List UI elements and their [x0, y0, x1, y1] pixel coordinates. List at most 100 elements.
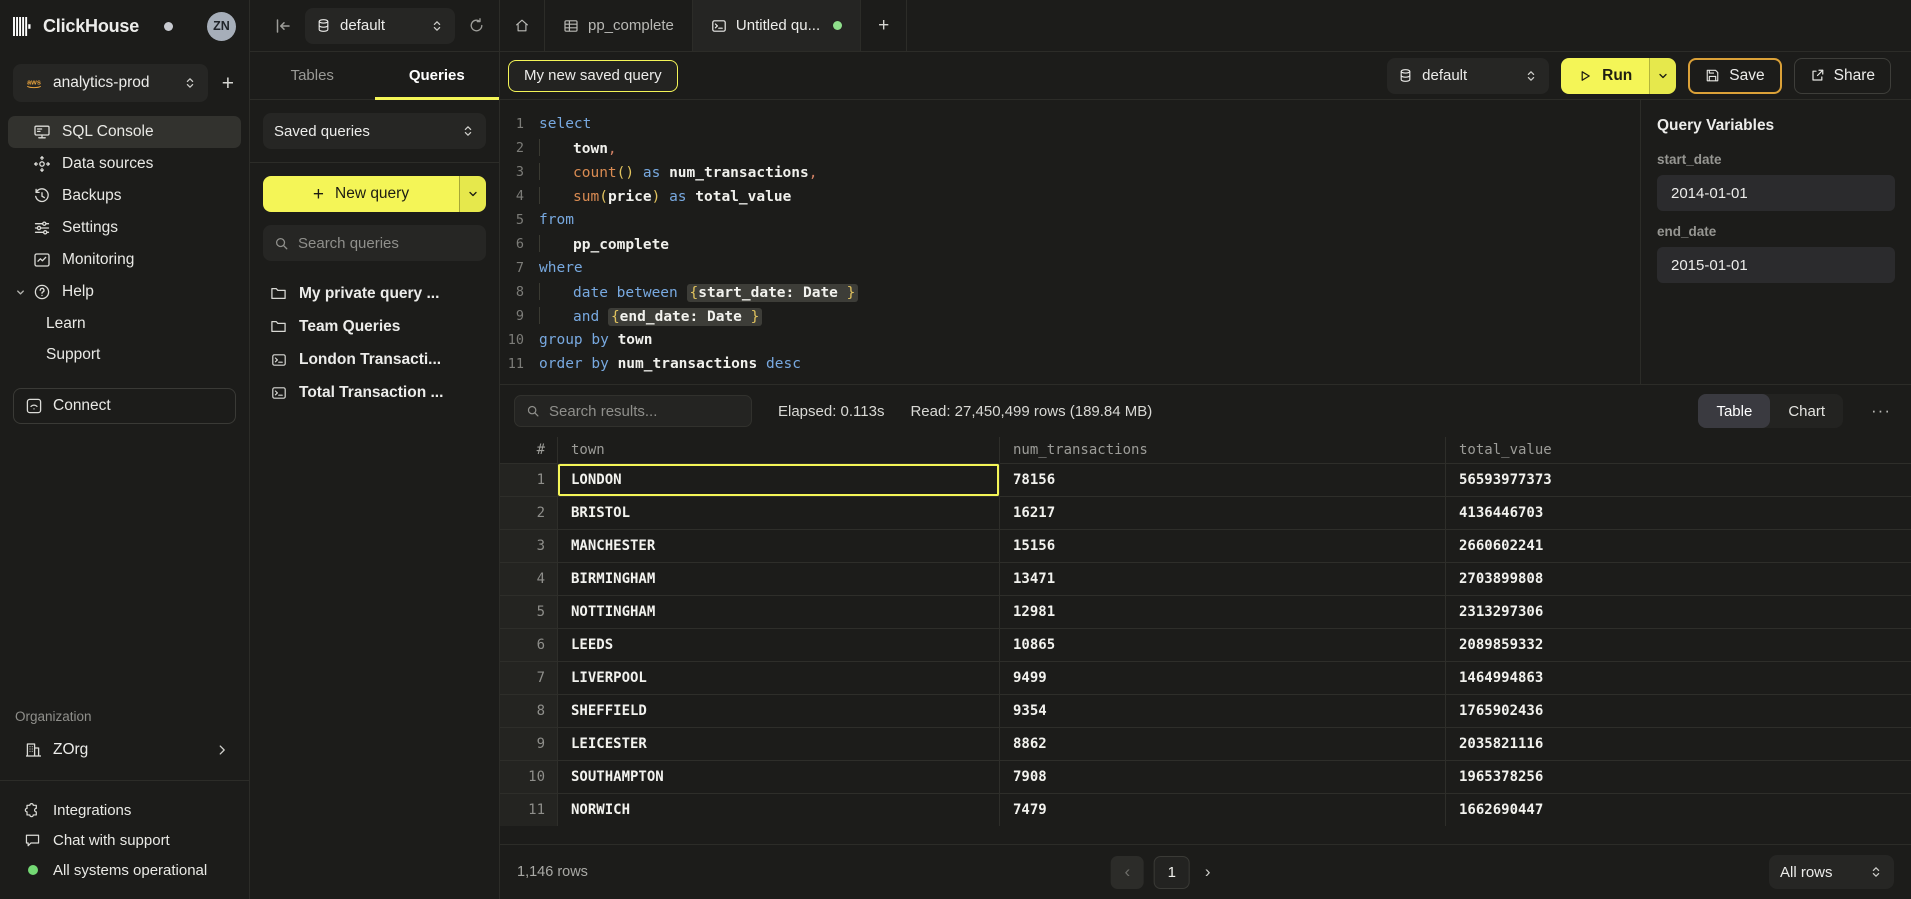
cell-total-value[interactable]: 2035821116 [1446, 727, 1911, 760]
new-query-main[interactable]: + New query [263, 176, 459, 212]
cell-town[interactable]: SOUTHAMPTON [558, 760, 1000, 793]
cell-town[interactable]: LEEDS [558, 628, 1000, 661]
search-queries-box[interactable] [263, 225, 486, 261]
cell-town[interactable]: MANCHESTER [558, 529, 1000, 562]
code-line-6[interactable]: 6pp_complete [500, 232, 1640, 256]
sql-editor[interactable]: 1select2town,3count() as num_transaction… [500, 100, 1640, 384]
cell-total-value[interactable]: 2703899808 [1446, 562, 1911, 595]
column-header-index[interactable]: # [500, 437, 558, 463]
variable-input-end-date[interactable] [1657, 247, 1895, 283]
saved-queries-selector[interactable]: Saved queries [263, 113, 486, 149]
sidebar-item-support[interactable]: Support [8, 339, 241, 370]
code-line-8[interactable]: 8date between {start_date: Date } [500, 280, 1640, 304]
cell-total-value[interactable]: 2313297306 [1446, 595, 1911, 628]
code-line-3[interactable]: 3count() as num_transactions, [500, 160, 1640, 184]
cell-num-transactions[interactable]: 9499 [1000, 661, 1446, 694]
sidebar-item-sql-console[interactable]: SQL Console [8, 116, 241, 148]
connect-button[interactable]: Connect [13, 388, 236, 424]
code-line-9[interactable]: 9and {end_date: Date } [500, 304, 1640, 328]
view-tab-chart[interactable]: Chart [1770, 394, 1843, 428]
tab-tables[interactable]: Tables [250, 52, 375, 99]
column-header-town[interactable]: town [558, 437, 1000, 463]
cell-town[interactable]: NOTTINGHAM [558, 595, 1000, 628]
cell-num-transactions[interactable]: 7908 [1000, 760, 1446, 793]
more-menu-icon[interactable]: ··· [1871, 401, 1891, 421]
code-line-10[interactable]: 10group by town [500, 328, 1640, 352]
code-line-11[interactable]: 11order by num_transactions desc [500, 352, 1640, 376]
run-button-main[interactable]: Run [1561, 58, 1649, 94]
cell-num-transactions[interactable]: 10865 [1000, 628, 1446, 661]
variable-input-start-date[interactable] [1657, 175, 1895, 211]
saved-query-tab[interactable]: My new saved query [508, 60, 678, 92]
new-query-dropdown[interactable] [459, 176, 486, 212]
page-tab-untitled-qu[interactable]: Untitled qu... [693, 0, 861, 51]
add-service-button[interactable]: + [220, 73, 236, 94]
current-page[interactable]: 1 [1154, 856, 1190, 889]
save-button[interactable]: Save [1688, 58, 1781, 94]
collapse-sidebar-icon[interactable] [274, 17, 292, 35]
code-line-2[interactable]: 2town, [500, 136, 1640, 160]
cell-total-value[interactable]: 2660602241 [1446, 529, 1911, 562]
tab-queries[interactable]: Queries [375, 52, 500, 99]
run-dropdown[interactable] [1649, 58, 1676, 94]
cell-total-value[interactable]: 1765902436 [1446, 694, 1911, 727]
query-parameter-chip[interactable]: {start_date: Date } [687, 284, 859, 302]
refresh-icon[interactable] [468, 17, 485, 34]
code-line-7[interactable]: 7where [500, 256, 1640, 280]
share-button[interactable]: Share [1794, 58, 1891, 94]
database-selector[interactable]: default [305, 8, 455, 44]
cell-total-value[interactable]: 1965378256 [1446, 760, 1911, 793]
run-database-selector[interactable]: default [1387, 58, 1549, 94]
cell-num-transactions[interactable]: 7479 [1000, 793, 1446, 826]
search-results-box[interactable] [514, 395, 752, 427]
cell-total-value[interactable]: 1464994863 [1446, 661, 1911, 694]
footer-item-integrations[interactable]: Integrations [8, 795, 241, 825]
sidebar-item-data-sources[interactable]: Data sources [8, 148, 241, 180]
query-list-item-total-transaction[interactable]: Total Transaction ... [263, 376, 486, 409]
page-tab-pp-complete[interactable]: pp_complete [545, 0, 693, 51]
query-parameter-chip[interactable]: {end_date: Date } [608, 308, 762, 326]
cell-num-transactions[interactable]: 8862 [1000, 727, 1446, 760]
cell-num-transactions[interactable]: 13471 [1000, 562, 1446, 595]
cell-town[interactable]: SHEFFIELD [558, 694, 1000, 727]
next-page-button[interactable]: › [1200, 862, 1216, 882]
search-queries-input[interactable] [298, 235, 475, 252]
service-selector[interactable]: aws analytics-prod [13, 64, 208, 102]
prev-page-button[interactable]: ‹ [1111, 856, 1144, 889]
cell-town[interactable]: NORWICH [558, 793, 1000, 826]
organization-item[interactable]: ZOrg [8, 734, 241, 766]
cell-total-value[interactable]: 56593977373 [1446, 463, 1911, 496]
footer-item-all-systems-operational[interactable]: All systems operational [8, 855, 241, 885]
cell-town[interactable]: LONDON [558, 463, 1000, 496]
cell-town[interactable]: BIRMINGHAM [558, 562, 1000, 595]
code-line-1[interactable]: 1select [500, 112, 1640, 136]
sidebar-item-monitoring[interactable]: Monitoring [8, 244, 241, 276]
run-button[interactable]: Run [1561, 58, 1676, 94]
query-list-item-team-queries[interactable]: Team Queries [263, 310, 486, 343]
cell-num-transactions[interactable]: 78156 [1000, 463, 1446, 496]
avatar[interactable]: ZN [207, 12, 236, 41]
cell-town[interactable]: LIVERPOOL [558, 661, 1000, 694]
cell-town[interactable]: BRISTOL [558, 496, 1000, 529]
cell-total-value[interactable]: 4136446703 [1446, 496, 1911, 529]
column-header-num-transactions[interactable]: num_transactions [1000, 437, 1446, 463]
sidebar-item-learn[interactable]: Learn [8, 308, 241, 339]
view-tab-table[interactable]: Table [1698, 394, 1770, 428]
cell-num-transactions[interactable]: 16217 [1000, 496, 1446, 529]
new-tab-button[interactable]: + [861, 0, 907, 51]
code-line-5[interactable]: 5from [500, 208, 1640, 232]
footer-item-chat-with-support[interactable]: Chat with support [8, 825, 241, 855]
home-tab[interactable] [500, 0, 545, 51]
sidebar-item-settings[interactable]: Settings [8, 212, 241, 244]
column-header-total-value[interactable]: total_value [1446, 437, 1911, 463]
cell-town[interactable]: LEICESTER [558, 727, 1000, 760]
cell-num-transactions[interactable]: 12981 [1000, 595, 1446, 628]
new-query-button[interactable]: + New query [263, 176, 486, 212]
code-line-4[interactable]: 4sum(price) as total_value [500, 184, 1640, 208]
cell-total-value[interactable]: 2089859332 [1446, 628, 1911, 661]
search-results-input[interactable] [549, 403, 740, 420]
sidebar-item-help[interactable]: Help [8, 276, 241, 308]
cell-num-transactions[interactable]: 15156 [1000, 529, 1446, 562]
query-list-item-london-transacti[interactable]: London Transacti... [263, 343, 486, 376]
sidebar-item-backups[interactable]: Backups [8, 180, 241, 212]
